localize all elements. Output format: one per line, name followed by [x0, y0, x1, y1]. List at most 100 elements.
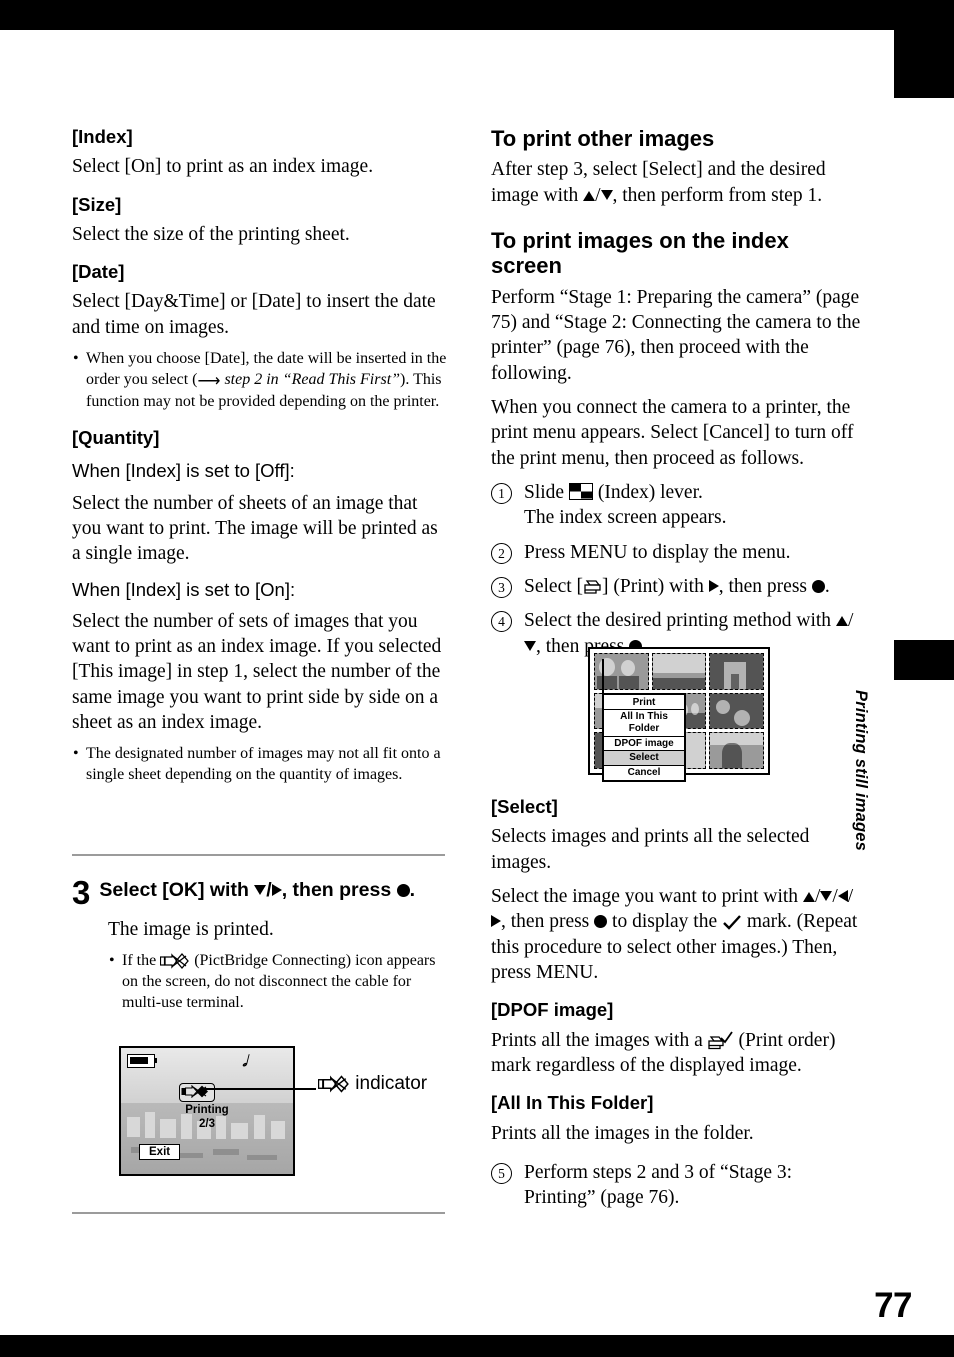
body-dpof-a: Prints all the images with a — [491, 1029, 708, 1051]
note-pictbridge: If the (PictBridge Connecting) icon appe… — [108, 951, 450, 1013]
note-pictbridge-a: If the — [122, 952, 161, 970]
step-number-5: 5 — [491, 1162, 512, 1184]
body-select-2b: , then press — [501, 911, 595, 933]
step-3-result: The image is printed. — [108, 919, 274, 940]
lcd-exit-button[interactable]: Exit — [139, 1144, 181, 1160]
thumbnail-3[interactable] — [709, 653, 764, 690]
body-select-2c: to display the — [607, 911, 722, 933]
heading-all-in-folder: [All In This Folder] — [491, 1092, 654, 1114]
heading-index: [Index] — [72, 126, 133, 147]
body-index-off: Select the number of sheets of an image … — [72, 492, 438, 565]
triangle-up-icon — [802, 891, 815, 902]
left-column: [Index] Select [On] to print as an index… — [72, 126, 450, 795]
heading-quantity: [Quantity] — [72, 427, 160, 449]
triangle-down-icon — [524, 640, 536, 651]
note-date-italic: step 2 in “Read This First” — [224, 370, 401, 388]
step-item-3: 3 Select [] (Print) with , then press . — [491, 574, 863, 599]
triangle-right-icon — [271, 884, 282, 896]
menu-connector — [602, 659, 604, 695]
step-3-title-c: . — [409, 879, 416, 901]
step-item-1: 1 Slide (Index) lever. The index screen … — [491, 480, 863, 531]
menu-item-cancel[interactable]: Cancel — [604, 766, 684, 780]
right-column: To print other images After step 3, sele… — [491, 126, 863, 668]
body-other-images: After step 3, select [Select] and the de… — [491, 159, 826, 206]
check-mark-icon — [723, 915, 741, 931]
body-date: Select [Day&Time] or [Date] to insert th… — [72, 291, 436, 338]
pictbridge-connecting-icon — [160, 953, 190, 970]
thumbnail-6[interactable] — [709, 692, 764, 730]
condition-index-off: When [Index] is set to [Off]: — [72, 460, 295, 482]
step-number-4: 4 — [491, 611, 512, 633]
heading-index-screen: To print images on the index screen — [491, 227, 789, 279]
step-1-text-c: The index screen appears. — [524, 507, 727, 529]
step-item-5: 5 Perform steps 2 and 3 of “Stage 3: Pri… — [491, 1160, 863, 1211]
final-step-list: 5 Perform steps 2 and 3 of “Stage 3: Pri… — [491, 1160, 863, 1211]
step-3-number: 3 — [72, 874, 91, 911]
callout-label-text: indicator — [355, 1073, 428, 1094]
print-order-icon — [707, 1031, 733, 1049]
step-2-text: Press MENU to display the menu. — [524, 541, 791, 563]
corner-black-tab — [894, 30, 954, 98]
top-black-bar — [0, 0, 954, 30]
triangle-right-icon — [491, 915, 501, 928]
step-1-text-b: (Index) lever. — [592, 481, 703, 503]
step-3-text-b: ] (Print) with — [602, 576, 709, 598]
lcd-pictbridge-icon — [179, 1083, 215, 1102]
note-date: When you choose [Date], the date will be… — [72, 349, 450, 413]
lcd-printing-label: Printing — [185, 1104, 229, 1116]
bottom-black-bar — [0, 1335, 954, 1357]
body-select-2a: Select the image you want to print with — [491, 885, 803, 907]
shake-warning-icon: 𝅗𝅥 — [242, 1054, 247, 1070]
index-lever-icon — [568, 482, 593, 500]
step-3-title-a: Select [OK] with — [99, 879, 255, 901]
section-tab-label: Printing still images — [852, 690, 870, 851]
arrow-right-icon: ⟶ — [197, 372, 225, 390]
step-number-3: 3 — [491, 577, 512, 599]
control-button-dot-icon — [594, 915, 608, 929]
heading-select: [Select] — [491, 796, 558, 817]
lcd-print-count: 2/3 — [199, 1117, 215, 1130]
step-item-2: 2 Press MENU to display the menu. — [491, 540, 863, 565]
menu-item-select[interactable]: Select — [604, 751, 684, 767]
menu-item-all-in-this-folder[interactable]: All In This Folder — [604, 710, 684, 737]
battery-icon — [127, 1054, 157, 1068]
heading-size: [Size] — [72, 193, 122, 215]
step-3-text-d: . — [824, 576, 830, 598]
note-quantity: The designated number of images may not … — [72, 744, 450, 785]
menu-item-dpof-image[interactable]: DPOF image — [604, 737, 684, 752]
body-index-on: Select the number of sets of images that… — [72, 610, 442, 734]
step-3-text-a: Select [ — [524, 576, 584, 598]
body-select-2: Select the image you want to print with … — [491, 885, 858, 983]
step-1-text-a: Slide — [524, 481, 569, 503]
triangle-right-icon — [708, 580, 719, 593]
thumbnail-2[interactable] — [651, 653, 707, 690]
right-column-lower: [Select] Selects images and prints all t… — [491, 796, 863, 1220]
triangle-up-icon — [835, 616, 848, 627]
figure-index-screen: Print All In This Folder DPOF image Sele… — [588, 647, 770, 782]
step-number-2: 2 — [491, 542, 512, 564]
body-index-intro: Perform “Stage 1: Preparing the camera” … — [491, 286, 861, 384]
pictbridge-connecting-icon — [317, 1075, 349, 1093]
callout-label: indicator — [317, 1073, 428, 1095]
print-menu-title: Print — [604, 695, 684, 710]
index-screen-steps: 1 Slide (Index) lever. The index screen … — [491, 480, 863, 659]
lcd-status-text: Printing 2/3 — [121, 1104, 293, 1131]
page-number: 77 — [874, 1286, 912, 1325]
section-tab-marker — [894, 640, 954, 680]
print-menu: Print All In This Folder DPOF image Sele… — [602, 693, 686, 782]
body-dpof: Prints all the images with a (Print orde… — [491, 1028, 863, 1079]
thumbnail-9[interactable] — [709, 732, 764, 769]
condition-index-on: When [Index] is set to [On]: — [72, 578, 296, 600]
step-3-title-b: , then press — [281, 879, 397, 901]
step-3-block: 3 Select [OK] with /, then press . The i… — [72, 872, 450, 1022]
body-all-in-folder: Prints all the images in the folder. — [491, 1122, 754, 1144]
step-5-text: Perform steps 2 and 3 of “Stage 3: Print… — [524, 1161, 793, 1209]
control-button-dot-icon — [811, 580, 825, 594]
step-4-text-a: Select the desired printing method with — [524, 610, 836, 632]
triangle-down-icon — [820, 890, 833, 901]
triangle-down-icon — [600, 189, 613, 200]
triangle-left-icon — [837, 889, 848, 902]
body-index-intro2: When you connect the camera to a printer… — [491, 396, 854, 469]
control-button-dot-icon — [396, 884, 410, 897]
heading-other-images: To print other images — [491, 126, 715, 151]
